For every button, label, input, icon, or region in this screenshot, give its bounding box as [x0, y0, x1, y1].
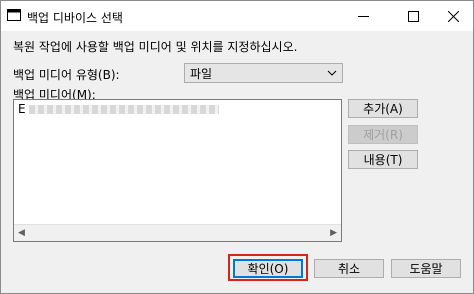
dialog-window: 백업 디바이스 선택 복원 작업에 사용할 백업 미디어 및 위치를 지정하십시… — [0, 0, 474, 294]
window-title: 백업 디바이스 선택 — [27, 11, 123, 25]
media-type-value: 파일 — [190, 67, 213, 81]
list-item[interactable]: E — [18, 102, 219, 116]
redacted-path — [28, 105, 219, 114]
list-item-text: E — [18, 102, 26, 116]
scroll-left-icon[interactable]: ◀ — [18, 228, 25, 238]
maximize-icon — [407, 10, 419, 22]
maximize-button[interactable] — [393, 1, 433, 31]
ok-button-highlight — [228, 254, 308, 281]
media-type-select[interactable]: 파일 — [184, 63, 343, 83]
cancel-button[interactable]: 취소 — [314, 259, 384, 278]
minimize-icon — [357, 15, 369, 17]
instruction-text: 복원 작업에 사용할 백업 미디어 및 위치를 지정하십시오. — [13, 40, 298, 54]
media-listbox[interactable]: E ◀ ▶ — [13, 99, 342, 242]
scroll-right-icon[interactable]: ▶ — [330, 228, 337, 238]
close-button[interactable] — [433, 1, 473, 31]
add-button[interactable]: 추가(A) — [348, 99, 418, 118]
remove-button[interactable]: 제거(R) — [348, 125, 418, 144]
media-type-label: 백업 미디어 유형(B): — [13, 68, 120, 82]
horizontal-scrollbar[interactable]: ◀ ▶ — [14, 224, 341, 241]
close-icon — [447, 10, 459, 22]
minimize-button[interactable] — [343, 1, 383, 31]
chevron-down-icon — [327, 70, 337, 76]
help-button[interactable]: 도움말 — [391, 259, 461, 278]
title-bar[interactable]: 백업 디바이스 선택 — [1, 1, 473, 31]
contents-button[interactable]: 내용(T) — [348, 150, 418, 169]
dialog-app-icon — [7, 9, 21, 21]
